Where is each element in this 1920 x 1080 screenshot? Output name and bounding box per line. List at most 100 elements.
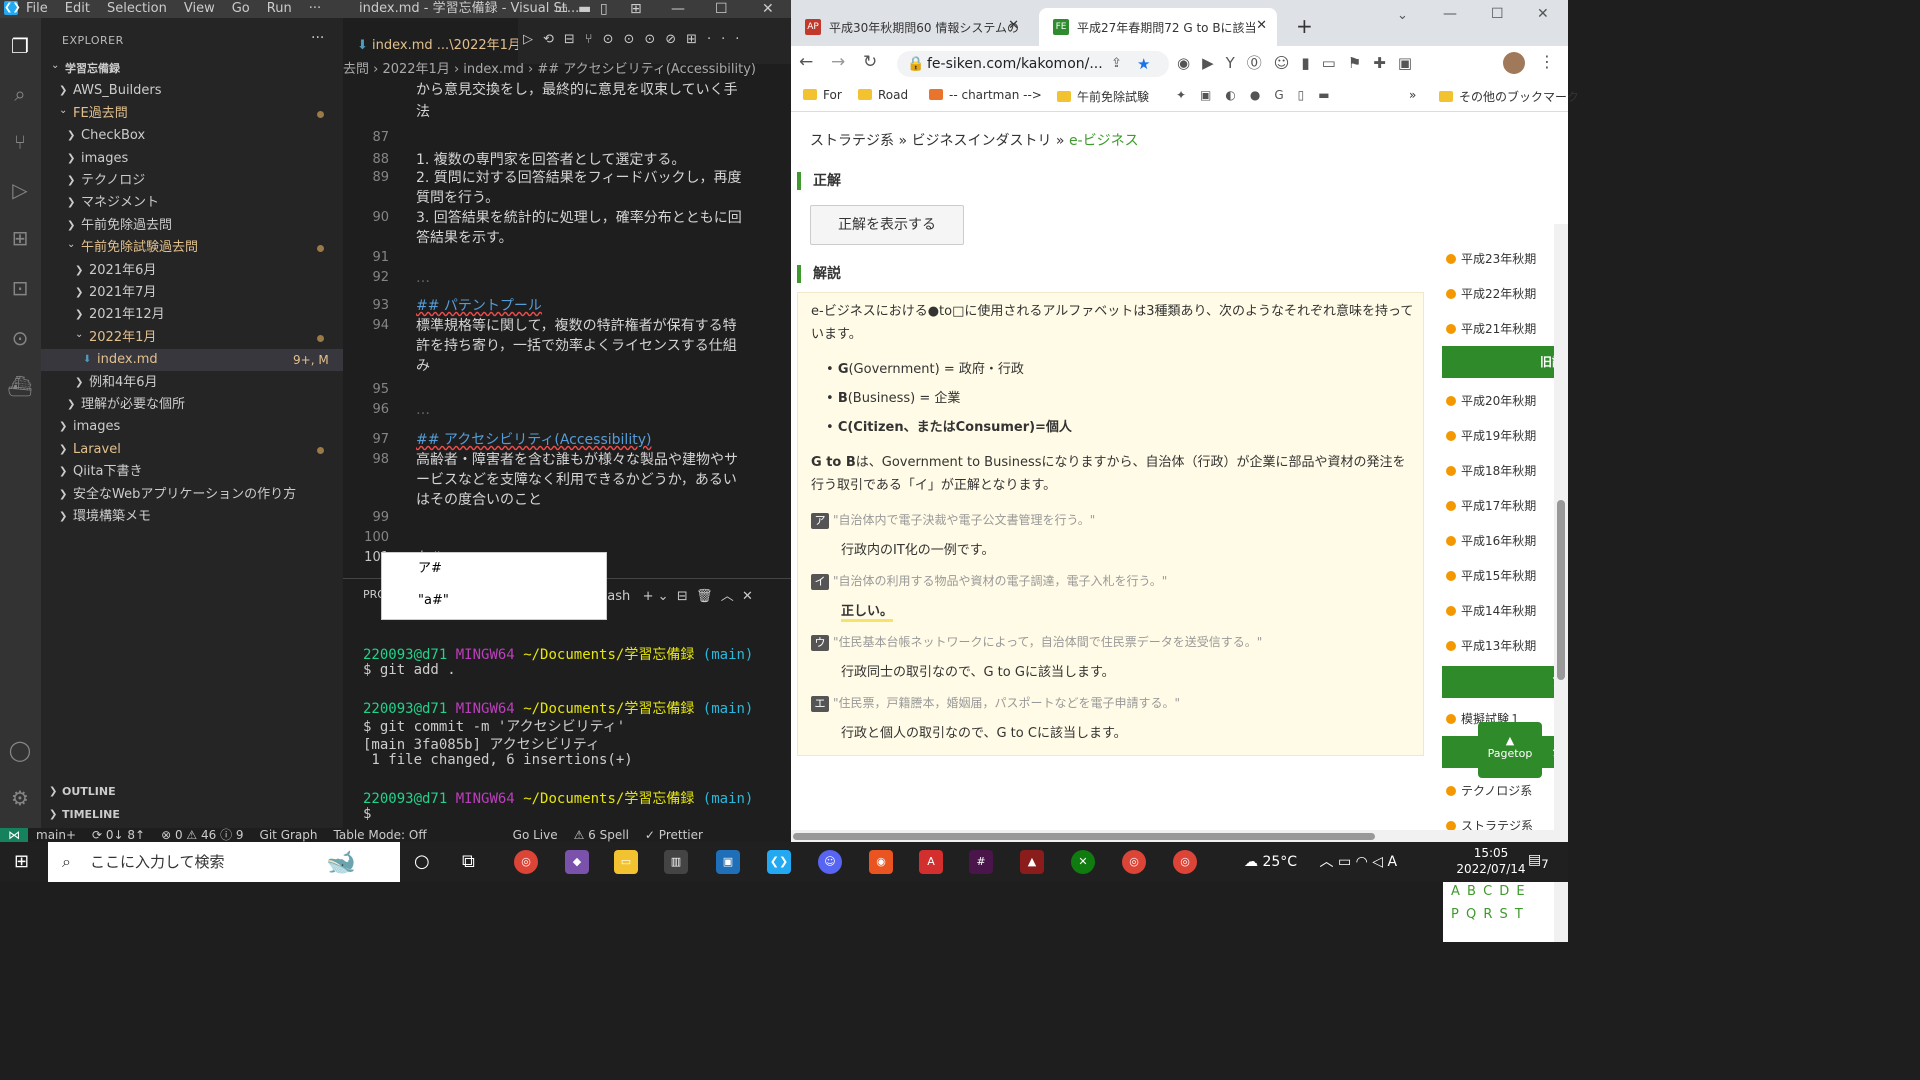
discord-icon[interactable]: ☺: [818, 850, 842, 874]
status-item[interactable]: ⚠ 6 Spell: [574, 828, 629, 842]
tree-item[interactable]: ❯ images: [41, 148, 343, 170]
menu-item[interactable]: Edit: [65, 0, 90, 18]
search-icon[interactable]: ⌕: [6, 80, 34, 108]
task-view-icon[interactable]: ⧉: [462, 851, 475, 872]
status-item[interactable]: ✓ Prettier: [645, 828, 703, 842]
code-line[interactable]: 許を持ち寄り，一括で効率よくライセンスする仕組: [416, 336, 776, 356]
alpha-index[interactable]: A B C D E: [1451, 884, 1525, 899]
year-link[interactable]: 平成15年秋期: [1446, 567, 1536, 584]
xbox-icon[interactable]: ✕: [1071, 850, 1095, 874]
new-tab-icon[interactable]: +: [1296, 14, 1313, 38]
year-link[interactable]: 平成20年秋期: [1446, 392, 1536, 409]
more-bookmarks-icon[interactable]: »: [1409, 88, 1416, 102]
bookmark-road[interactable]: Road: [858, 88, 908, 102]
panel-toggle-icon[interactable]: ▬: [578, 0, 591, 18]
bookmark-gozen[interactable]: 午前免除試験: [1057, 88, 1149, 105]
code-line[interactable]: ## アクセシビリティ(Accessibility): [416, 430, 776, 450]
code-line[interactable]: 2. 質問に対する回答結果をフィードバックし，再度: [416, 168, 776, 188]
git-graph-icon[interactable]: ⊙: [6, 324, 34, 352]
alpha-index-2[interactable]: P Q R S T: [1451, 907, 1523, 922]
browser-tab[interactable]: AP 平成30年秋期問60 情報システムの ✕: [791, 8, 1029, 46]
year-link[interactable]: 平成17年秋期: [1446, 497, 1536, 514]
minimize-icon[interactable]: —: [671, 0, 685, 18]
year-link[interactable]: 平成14年秋期: [1446, 602, 1536, 619]
maximize-icon[interactable]: ☐: [715, 0, 728, 18]
year-link[interactable]: 平成21年秋期: [1446, 320, 1536, 337]
forward-icon[interactable]: →: [831, 52, 845, 72]
source-control-icon[interactable]: ⑂: [6, 128, 34, 156]
extensions-toolbar[interactable]: ◉▶Y⓪☺▮▭⚑✚▣: [1177, 52, 1424, 73]
window-app-icon[interactable]: ▣: [716, 850, 740, 874]
menu-item[interactable]: File: [26, 0, 48, 18]
tree-item[interactable]: ❯ 環境構築メモ: [41, 506, 343, 528]
status-item[interactable]: Git Graph: [260, 828, 318, 842]
ubuntu-icon[interactable]: ◉: [869, 850, 893, 874]
share-icon[interactable]: ⇪: [1111, 56, 1122, 71]
breadcrumb-strategy[interactable]: ストラテジ系: [810, 133, 894, 149]
tree-item[interactable]: ❯ images: [41, 416, 343, 438]
run-debug-icon[interactable]: ▷: [6, 176, 34, 204]
bookmark-for[interactable]: For: [803, 88, 842, 102]
file-explorer-icon[interactable]: ▭: [614, 850, 638, 874]
remote-icon[interactable]: ⋈: [0, 828, 28, 842]
breadcrumb-ebusiness[interactable]: e-ビジネス: [1069, 133, 1139, 149]
suggestion-item[interactable]: ア#: [382, 553, 606, 585]
customize-layout-icon[interactable]: ⊞: [630, 0, 642, 18]
chrome-maximize-icon[interactable]: ☐: [1491, 6, 1504, 22]
tree-item[interactable]: ⌄ 学習忘備録: [41, 58, 343, 80]
more-actions-icon[interactable]: ···: [311, 30, 324, 46]
timeline-section[interactable]: ❯ TIMELINE: [41, 804, 343, 826]
chrome-menu-icon[interactable]: ⋮: [1539, 52, 1555, 71]
tree-item[interactable]: ❯ テクノロジ: [41, 170, 343, 192]
code-line[interactable]: 3. 回答結果を統計的に処理し，確率分布とともに回: [416, 208, 776, 228]
breadcrumb[interactable]: 去問 › 2022年1月 › index.md › ## アクセシビリティ(Ac…: [343, 60, 791, 80]
breadcrumb-business[interactable]: ビジネスインダストリ: [911, 133, 1051, 149]
tree-item[interactable]: ❯ CheckBox: [41, 125, 343, 147]
slack-icon[interactable]: #: [969, 850, 993, 874]
tab-search-icon[interactable]: ⌄: [1397, 8, 1408, 23]
code-line[interactable]: 高齢者・障害者を含む誰もが様々な製品や建物やサ: [416, 450, 776, 470]
tree-item[interactable]: ❯ 例和4年6月: [41, 372, 343, 394]
tab-close-icon[interactable]: ✕: [1256, 18, 1267, 33]
tree-item[interactable]: ❯ 2021年12月: [41, 304, 343, 326]
chrome-taskbar-icon[interactable]: ◎: [514, 850, 538, 874]
tree-item[interactable]: ❯ 午前免除過去問: [41, 215, 343, 237]
taskbar-search-input[interactable]: ⌕ ここに入力して検索 🐋: [48, 842, 400, 882]
code-line[interactable]: ービスなどを支障なく利用できるかどうか，あるい: [416, 470, 776, 490]
browser-tab[interactable]: FE 平成27年春期問72 G to Bに該当 ✕: [1039, 8, 1277, 46]
other-bookmarks[interactable]: その他のブックマーク: [1439, 88, 1579, 105]
tab-close-icon[interactable]: ✕: [1008, 18, 1019, 33]
app-taskbar-icon[interactable]: ◆: [565, 850, 589, 874]
year-link[interactable]: 平成19年秋期: [1446, 427, 1536, 444]
code-line[interactable]: …: [416, 268, 776, 288]
tree-item[interactable]: ⌄ FE過去問: [41, 103, 343, 125]
year-link[interactable]: 平成18年秋期: [1446, 462, 1536, 479]
code-line[interactable]: はその度合いのこと: [416, 490, 776, 510]
chrome-taskbar-icon-2[interactable]: ◎: [1122, 850, 1146, 874]
back-icon[interactable]: ←: [799, 52, 813, 72]
layout-toggle-icon[interactable]: ▭: [555, 0, 568, 18]
tray-icons[interactable]: ︿ ▭ ◠ ◁ A: [1320, 854, 1398, 870]
tree-item[interactable]: ❯ 理解が必要な個所: [41, 394, 343, 416]
audio-app-icon[interactable]: ▥: [664, 850, 688, 874]
cortana-icon[interactable]: ○: [414, 851, 430, 872]
code-line[interactable]: から意見交換をし，最終的に意見を収束していく手: [416, 80, 776, 100]
status-item[interactable]: ⟳ 0↓ 8↑: [92, 828, 145, 842]
clock[interactable]: 15:05 2022/07/14: [1456, 845, 1526, 877]
tree-item[interactable]: ⌄ 2022年1月: [41, 327, 343, 349]
notifications-icon[interactable]: ▤7: [1528, 852, 1549, 871]
autocomplete-popup[interactable]: ア# "a#": [381, 552, 607, 620]
code-line[interactable]: み: [416, 356, 776, 376]
settings-gear-icon[interactable]: ⚙: [6, 784, 34, 812]
outline-section[interactable]: ❯ OUTLINE: [41, 781, 343, 803]
year-link[interactable]: 平成13年秋期: [1446, 637, 1536, 654]
windows-start-icon[interactable]: ⊞: [14, 851, 29, 872]
tree-item[interactable]: ❯ 2021年6月: [41, 260, 343, 282]
code-line[interactable]: ## パテントプール: [416, 296, 776, 316]
suggestion-item[interactable]: "a#": [382, 585, 606, 617]
editor-tab-index-md[interactable]: ⬇ index.md ...\2022年1月 9: [343, 18, 518, 64]
pagetop-button[interactable]: ▲ Pagetop: [1478, 722, 1542, 778]
tree-item[interactable]: ❯ Laravel: [41, 439, 343, 461]
chrome-taskbar-icon-3[interactable]: ◎: [1173, 850, 1197, 874]
weather-temp[interactable]: 25°C: [1262, 854, 1297, 870]
